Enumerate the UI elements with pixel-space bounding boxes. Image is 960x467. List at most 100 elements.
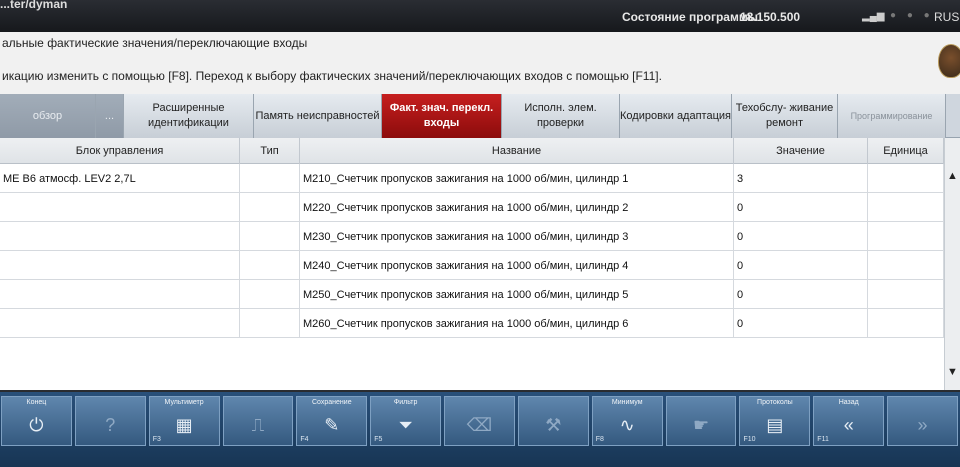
- cell-type: [240, 280, 300, 309]
- toolbar-button-help[interactable]: ?: [74, 396, 146, 446]
- toolbar-button-back[interactable]: Назад « F11: [813, 396, 885, 446]
- toolbar-button-filter[interactable]: Фильтр ⏷ F5: [370, 396, 442, 446]
- tab-coding-adaptation[interactable]: Кодировки адаптация: [620, 94, 732, 138]
- toolbar-button-label: Минимум: [611, 399, 643, 406]
- cell-control-unit: [0, 280, 240, 309]
- table-row[interactable]: M250_Счетчик пропусков зажигания на 1000…: [0, 280, 944, 309]
- cell-unit: [868, 193, 944, 222]
- table-row[interactable]: M260_Счетчик пропусков зажигания на 1000…: [0, 309, 944, 338]
- cell-type: [240, 251, 300, 280]
- cell-type: [240, 193, 300, 222]
- cell-unit: [868, 280, 944, 309]
- function-key-label: F3: [152, 436, 161, 443]
- table-row[interactable]: M220_Счетчик пропусков зажигания на 1000…: [0, 193, 944, 222]
- tab-overview[interactable]: обзор: [0, 94, 96, 138]
- toolbar-button-oscilloscope[interactable]: ⎍: [222, 396, 294, 446]
- column-header-type[interactable]: Тип: [240, 138, 300, 164]
- screen-title: альные фактические значения/переключающи…: [2, 36, 308, 50]
- toolbar-button-label: Фильтр: [393, 399, 418, 406]
- toolbar-button-label: Назад: [838, 399, 859, 406]
- toolbar-button-power[interactable]: Конец ⏻: [1, 396, 72, 446]
- program-version: 18.150.500: [740, 10, 801, 24]
- cell-unit: [868, 222, 944, 251]
- filter-icon: ⏷: [398, 415, 413, 435]
- values-table: Блок управления Тип Название Значение Ед…: [0, 138, 944, 390]
- top-bar: ...ter/dyman Состояние программы 18.150.…: [0, 0, 960, 32]
- cell-unit: [868, 164, 944, 193]
- cell-control-unit: [0, 251, 240, 280]
- cell-unit: [868, 251, 944, 280]
- column-header-value[interactable]: Значение: [734, 138, 868, 164]
- minimum-icon: ∿: [619, 415, 635, 435]
- table-row[interactable]: M240_Счетчик пропусков зажигания на 1000…: [0, 251, 944, 280]
- tab-programming[interactable]: Программирование: [838, 94, 946, 138]
- column-header-unit[interactable]: Единица: [868, 138, 944, 164]
- tab-more[interactable]: ...: [96, 94, 124, 138]
- tab-bar: обзор ... Расширенные идентификации Памя…: [0, 94, 960, 138]
- cell-unit: [868, 309, 944, 338]
- cell-type: [240, 164, 300, 193]
- cell-value: 0: [734, 222, 868, 251]
- function-key-label: F8: [595, 436, 604, 443]
- help-hint: икацию изменить с помощью [F8]. Переход …: [2, 69, 662, 83]
- cell-value: 0: [734, 280, 868, 309]
- tab-maintenance-repair[interactable]: Техобслу- живание ремонт: [732, 94, 838, 138]
- toolbar-button-save[interactable]: Сохранение ✎ F4: [296, 396, 368, 446]
- cell-control-unit: [0, 193, 240, 222]
- function-key-label: F5: [374, 436, 383, 443]
- cell-name: M220_Счетчик пропусков зажигания на 1000…: [300, 193, 734, 222]
- function-key-label: F10: [743, 436, 756, 443]
- toolbar-button-forward[interactable]: »: [887, 396, 958, 446]
- scroll-down-icon[interactable]: ▼: [947, 366, 958, 378]
- trash-icon: ⌫: [466, 415, 493, 435]
- help-icon: ?: [105, 415, 116, 435]
- cell-control-unit: [0, 222, 240, 251]
- toolbar-button-hand[interactable]: ☛: [665, 396, 737, 446]
- oscilloscope-icon: ⎍: [251, 415, 265, 435]
- function-key-label: F11: [817, 436, 829, 443]
- toolbar-button-protocol[interactable]: Протоколы ▤ F10: [739, 396, 811, 446]
- multimeter-icon: ▦: [175, 415, 193, 435]
- toolbar-button-label: Протоколы: [757, 399, 793, 406]
- back-icon: «: [843, 415, 854, 435]
- tab-actuator-tests[interactable]: Исполн. элем. проверки: [502, 94, 620, 138]
- tab-fault-memory[interactable]: Память неисправностей: [254, 94, 382, 138]
- tab-actual-values[interactable]: Факт. знач. перекл. входы: [382, 94, 502, 138]
- hand-icon: ☛: [692, 415, 710, 435]
- save-icon: ✎: [324, 415, 340, 435]
- protocol-icon: ▤: [766, 415, 784, 435]
- table-row[interactable]: ME B6 атмосф. LEV2 2,7L M210_Счетчик про…: [0, 164, 944, 193]
- table-row[interactable]: M230_Счетчик пропусков зажигания на 1000…: [0, 222, 944, 251]
- cell-control-unit: ME B6 атмосф. LEV2 2,7L: [0, 164, 240, 193]
- cell-value: 0: [734, 193, 868, 222]
- tab-extended-identifications[interactable]: Расширенные идентификации: [124, 94, 254, 138]
- column-header-control-unit[interactable]: Блок управления: [0, 138, 240, 164]
- table-header: Блок управления Тип Название Значение Ед…: [0, 138, 944, 164]
- cell-value: 0: [734, 309, 868, 338]
- tools-icon: ⚒: [545, 415, 562, 435]
- cell-value: 0: [734, 251, 868, 280]
- cell-name: M240_Счетчик пропусков зажигания на 1000…: [300, 251, 734, 280]
- function-key-label: F4: [300, 436, 309, 443]
- toolbar-button-label: Конец: [26, 399, 47, 406]
- cell-type: [240, 309, 300, 338]
- language-indicator[interactable]: RUS: [934, 10, 959, 24]
- toolbar-button-tools[interactable]: ⚒: [517, 396, 589, 446]
- forward-icon: »: [917, 415, 928, 435]
- signal-icon: ▂▄▆: [862, 11, 885, 22]
- brand-crest-logo: [938, 44, 960, 78]
- toolbar-button-label: Мультиметр: [164, 399, 204, 406]
- info-panel: альные фактические значения/переключающи…: [0, 32, 960, 94]
- toolbar-button-multimeter[interactable]: Мультиметр ▦ F3: [148, 396, 220, 446]
- cell-type: [240, 222, 300, 251]
- toolbar-button-trash[interactable]: ⌫: [444, 396, 515, 446]
- table-scrollbar[interactable]: ▲ ▼: [944, 138, 960, 390]
- cell-name: M230_Счетчик пропусков зажигания на 1000…: [300, 222, 734, 251]
- toolbar-button-minimum[interactable]: Минимум ∿ F8: [591, 396, 663, 446]
- power-icon: ⏻: [29, 415, 44, 435]
- column-header-name[interactable]: Название: [300, 138, 734, 164]
- program-status-label: Состояние программы: [622, 10, 758, 24]
- scroll-up-icon[interactable]: ▲: [947, 170, 958, 182]
- status-indicators-icon: ● ● ●: [890, 10, 934, 21]
- cell-name: M260_Счетчик пропусков зажигания на 1000…: [300, 309, 734, 338]
